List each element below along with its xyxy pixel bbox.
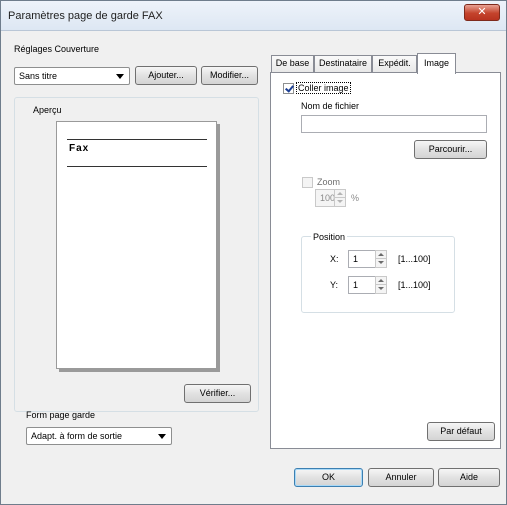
y-value: 1 <box>353 280 359 290</box>
help-button[interactable]: Aide <box>438 468 500 487</box>
filename-input[interactable] <box>301 115 487 133</box>
preview-fax-text: Fax <box>69 143 90 154</box>
default-button[interactable]: Par défaut <box>427 422 495 441</box>
position-group <box>301 236 455 313</box>
cancel-button[interactable]: Annuler <box>368 468 434 487</box>
spin-down-icon[interactable] <box>376 259 386 267</box>
spin-up-icon[interactable] <box>335 190 345 198</box>
x-value: 1 <box>353 254 359 264</box>
cover-settings-select[interactable]: Sans titre <box>14 67 130 85</box>
zoom-label: Zoom <box>317 177 341 187</box>
close-button[interactable]: ✕ <box>464 4 500 21</box>
tab-basic[interactable]: De base <box>271 55 314 72</box>
cover-page-preview: Fax <box>56 121 217 369</box>
form-value: Adapt. à form de sortie <box>31 431 123 441</box>
modify-button[interactable]: Modifier... <box>201 66 258 85</box>
fax-cover-settings-dialog: Paramètres page de garde FAX ✕ Réglages … <box>0 0 507 505</box>
y-label: Y: <box>330 280 339 290</box>
cover-settings-value: Sans titre <box>19 71 58 81</box>
y-input[interactable]: 1 <box>348 276 376 294</box>
close-icon: ✕ <box>477 6 487 18</box>
x-label: X: <box>330 254 339 264</box>
preview-label: Aperçu <box>33 105 62 115</box>
image-tab-panel: Coller image Nom de fichier Parcourir...… <box>270 72 501 449</box>
zoom-unit: % <box>351 193 360 203</box>
chevron-down-icon <box>116 74 124 79</box>
window-title: Paramètres page de garde FAX <box>8 10 163 22</box>
spin-down-icon[interactable] <box>335 198 345 206</box>
verify-button[interactable]: Vérifier... <box>184 384 251 403</box>
filename-label: Nom de fichier <box>301 101 360 111</box>
tab-image[interactable]: Image <box>417 53 456 74</box>
zoom-checkbox[interactable] <box>302 177 313 188</box>
preview-top-rule <box>67 139 207 140</box>
spin-up-icon[interactable] <box>376 251 386 259</box>
browse-button[interactable]: Parcourir... <box>414 140 487 159</box>
form-select[interactable]: Adapt. à form de sortie <box>26 427 172 445</box>
spin-up-icon[interactable] <box>376 277 386 285</box>
tab-sender[interactable]: Expédit. <box>372 55 417 72</box>
x-input[interactable]: 1 <box>348 250 376 268</box>
add-button[interactable]: Ajouter... <box>135 66 197 85</box>
zoom-spinner[interactable] <box>334 189 346 207</box>
paste-image-checkbox[interactable] <box>283 83 294 94</box>
chevron-down-icon <box>158 434 166 439</box>
y-spinner[interactable] <box>375 276 387 294</box>
zoom-value-input[interactable]: 100 <box>315 189 335 207</box>
position-label: Position <box>311 232 348 242</box>
zoom-value: 100 <box>320 193 336 203</box>
form-label: Form page garde <box>26 410 96 420</box>
y-range: [1...100] <box>398 280 431 290</box>
x-spinner[interactable] <box>375 250 387 268</box>
title-bar[interactable]: Paramètres page de garde FAX ✕ <box>1 1 506 31</box>
tab-recipient[interactable]: Destinataire <box>314 55 372 72</box>
spin-down-icon[interactable] <box>376 285 386 293</box>
ok-button[interactable]: OK <box>294 468 363 487</box>
paste-image-label[interactable]: Coller image <box>296 82 351 94</box>
preview-bottom-rule <box>67 166 207 167</box>
cover-settings-label: Réglages Couverture <box>14 44 100 54</box>
x-range: [1...100] <box>398 254 431 264</box>
